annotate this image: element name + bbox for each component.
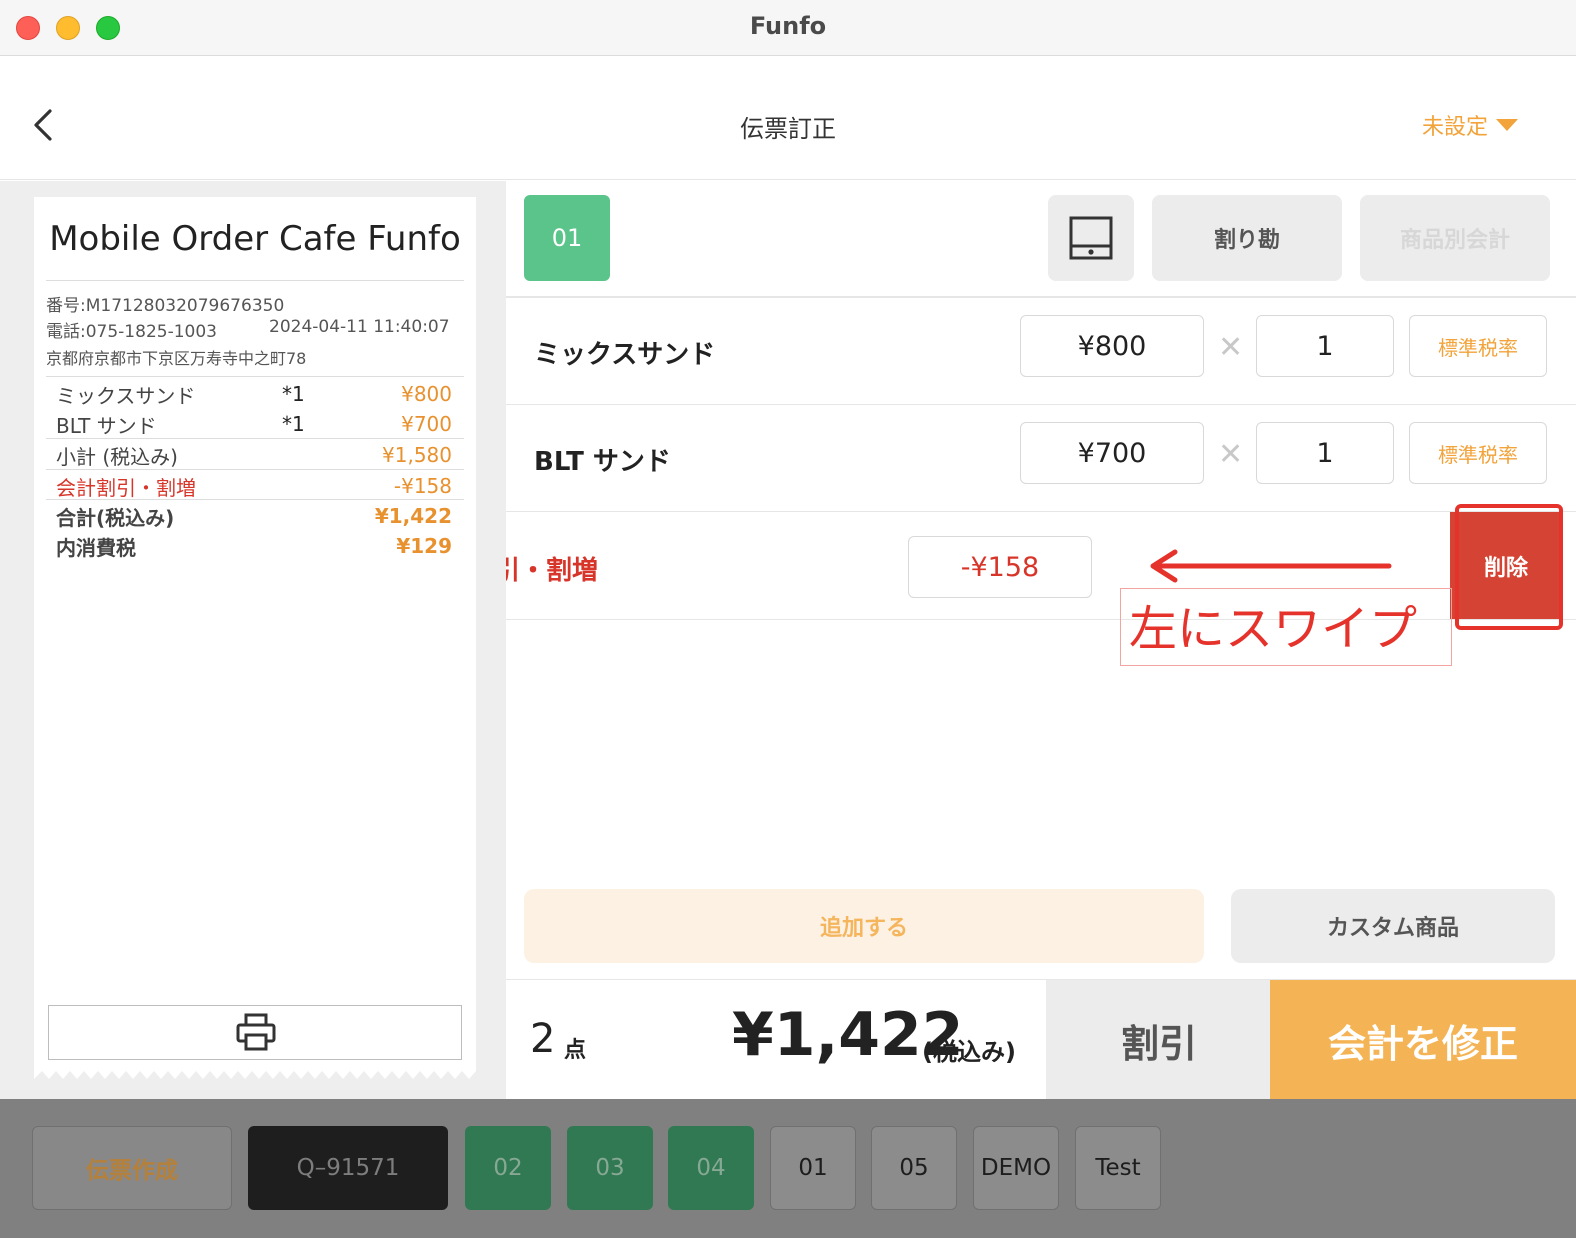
discount-price-field[interactable]: -¥158 xyxy=(908,536,1092,598)
receipt-item-name: ミックスサンド xyxy=(56,383,196,408)
summary-bar: 2 点 ¥1,422 (税込み) 割引 会計を修正 xyxy=(506,979,1576,1100)
receipt-item-qty: *1 xyxy=(282,412,305,436)
custom-item-button[interactable]: カスタム商品 xyxy=(1231,889,1555,963)
receipt-item-price: ¥700 xyxy=(401,412,452,436)
printer-icon xyxy=(236,1013,276,1051)
tab-table-02[interactable]: 02 xyxy=(465,1126,551,1210)
page-title: 伝票訂正 xyxy=(740,115,836,143)
subtotal-label: 小計 (税込み) xyxy=(56,444,178,469)
arrow-left-icon xyxy=(1150,549,1392,583)
divider xyxy=(46,376,464,377)
discount-name: 引・割増 xyxy=(506,556,599,586)
drawer-button[interactable] xyxy=(1048,195,1134,281)
receipt-item-qty: *1 xyxy=(282,382,305,406)
tax-value: ¥129 xyxy=(396,534,452,558)
item-count-unit: 点 xyxy=(564,1038,587,1063)
item-name: ミックスサンド xyxy=(534,340,716,370)
order-tab-strip: 伝票作成 Q–91571 02 03 04 01 05 DEMO Test xyxy=(0,1099,1576,1238)
receipt-tax-row: 内消費税 ¥129 xyxy=(56,531,452,561)
tab-table-01[interactable]: 01 xyxy=(770,1126,856,1210)
receipt-item-name: BLT サンド xyxy=(56,413,157,438)
tax-rate-button[interactable]: 標準税率 xyxy=(1409,315,1547,377)
tab-active-order[interactable]: Q–91571 xyxy=(248,1126,448,1210)
create-order-tab[interactable]: 伝票作成 xyxy=(32,1126,232,1210)
receipt-pane: Mobile Order Cafe Funfo 番号:M171280320796… xyxy=(0,181,506,1099)
total-value: ¥1,422 xyxy=(374,504,452,528)
order-item-row: BLT サンド ¥700 ✕ 1 標準税率 xyxy=(506,405,1576,512)
divider xyxy=(46,280,464,281)
receipt-discount-row: 会計割引・割増 -¥158 xyxy=(56,471,452,501)
receipt-number: 番号:M17128032079676350 xyxy=(46,296,285,316)
receipt-item-price: ¥800 xyxy=(401,382,452,406)
discount-label: 会計割引・割増 xyxy=(56,475,196,500)
receipt-subtotal-row: 小計 (税込み) ¥1,580 xyxy=(56,440,452,470)
multiply-icon: ✕ xyxy=(1218,330,1244,365)
tax-rate-button[interactable]: 標準税率 xyxy=(1409,422,1547,484)
window-titlebar: Funfo xyxy=(0,0,1576,56)
total-tax-note: (税込み) xyxy=(922,1038,1016,1066)
tax-label: 内消費税 xyxy=(56,535,136,560)
discount-value: -¥158 xyxy=(393,474,452,498)
staff-dropdown[interactable]: 未設定 xyxy=(1422,109,1518,141)
tab-table-03[interactable]: 03 xyxy=(567,1126,653,1210)
total-label: 合計(税込み) xyxy=(56,505,175,530)
divider xyxy=(46,499,464,500)
update-payment-button[interactable]: 会計を修正 xyxy=(1270,980,1576,1100)
split-bill-button[interactable]: 割り勘 xyxy=(1152,195,1342,281)
discount-button[interactable]: 割引 xyxy=(1046,980,1272,1100)
receipt-torn-edge xyxy=(34,1067,476,1079)
item-price-field[interactable]: ¥700 xyxy=(1020,422,1204,484)
tab-table-demo[interactable]: DEMO xyxy=(973,1126,1059,1210)
item-name: BLT サンド xyxy=(534,447,671,477)
order-item-row: ミックスサンド ¥800 ✕ 1 標準税率 xyxy=(506,298,1576,405)
receipt-preview: Mobile Order Cafe Funfo 番号:M171280320796… xyxy=(34,197,476,1067)
seat-chip[interactable]: 01 xyxy=(524,195,610,281)
item-price-field[interactable]: ¥800 xyxy=(1020,315,1204,377)
order-toolbar: 01 割り勘 商品別会計 xyxy=(506,181,1576,298)
tab-table-test[interactable]: Test xyxy=(1075,1126,1161,1210)
tab-table-04[interactable]: 04 xyxy=(668,1126,754,1210)
window-title: Funfo xyxy=(749,12,827,40)
item-qty-field[interactable]: 1 xyxy=(1256,422,1394,484)
add-item-button[interactable]: 追加する xyxy=(524,889,1204,963)
receipt-total-row: 合計(税込み) ¥1,422 xyxy=(56,501,452,531)
cash-drawer-icon xyxy=(1069,216,1113,260)
page-header: 伝票訂正 未設定 xyxy=(0,57,1576,180)
staff-label: 未設定 xyxy=(1421,115,1488,140)
annotation-text: 左にスワイプ xyxy=(1129,601,1418,657)
caret-down-icon xyxy=(1496,119,1518,131)
receipt-item-row: BLT サンド *1 ¥700 xyxy=(56,409,452,439)
receipt-address: 京都府京都市下京区万寿寺中之町78 xyxy=(46,349,307,368)
receipt-phone: 電話:075-1825-1003 xyxy=(46,322,217,342)
shop-name: Mobile Order Cafe Funfo xyxy=(49,219,461,259)
subtotal-value: ¥1,580 xyxy=(382,443,452,467)
item-payment-button[interactable]: 商品別会計 xyxy=(1360,195,1550,281)
item-qty-field[interactable]: 1 xyxy=(1256,315,1394,377)
annotation-highlight xyxy=(1455,504,1563,630)
tab-table-05[interactable]: 05 xyxy=(871,1126,957,1210)
print-button[interactable] xyxy=(48,1005,462,1060)
divider xyxy=(46,438,464,439)
receipt-datetime: 2024-04-11 11:40:07 xyxy=(269,317,450,337)
divider xyxy=(46,469,464,470)
multiply-icon: ✕ xyxy=(1218,437,1244,472)
annotation-label-box: 左にスワイプ xyxy=(1120,588,1452,666)
receipt-item-row: ミックスサンド *1 ¥800 xyxy=(56,379,452,409)
item-count: 2 xyxy=(530,1016,556,1062)
